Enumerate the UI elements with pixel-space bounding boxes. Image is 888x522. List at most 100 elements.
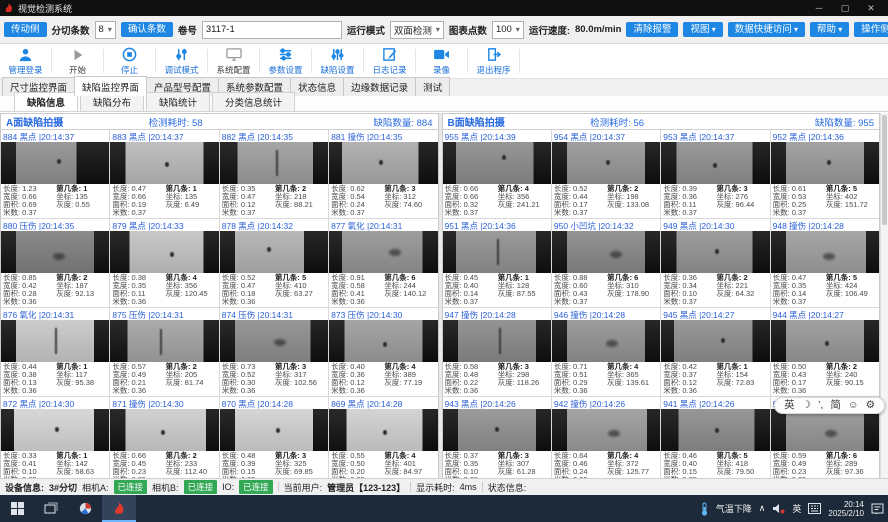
defect-cell[interactable]: 873 压伤 |20:14:30 长度:0.40 宽度:0.36 面积:0.12…	[329, 308, 437, 396]
taskbar-active-app-icon[interactable]	[102, 495, 136, 522]
action-sliders_h-button[interactable]: 参数设置	[262, 44, 309, 78]
ime-lang-button[interactable]: 英	[784, 400, 795, 411]
drive-side-button[interactable]: 传动侧	[4, 22, 47, 38]
defect-cell[interactable]: 954 黑点 |20:14:37 长度:0.52 宽度:0.44 面积:0.17…	[552, 130, 660, 218]
defect-cell[interactable]: 870 黑点 |20:14:28 长度:0.48 宽度:0.39 面积:0.15…	[220, 397, 328, 485]
defect-cell[interactable]: 880 压伤 |20:14:35 长度:0.85 宽度:0.42 面积:0.28…	[1, 219, 109, 307]
view-menu-button[interactable]: 视图	[683, 22, 722, 38]
defect-cell[interactable]: 871 撞伤 |20:14:30 长度:0.66 宽度:0.45 面积:0.23…	[110, 397, 218, 485]
defect-cell[interactable]: 878 黑点 |20:14:32 长度:0.52 宽度:0.47 面积:0.18…	[220, 219, 328, 307]
defect-image[interactable]	[329, 142, 437, 184]
defect-image[interactable]	[329, 409, 437, 451]
defect-cell[interactable]: 884 黑点 |20:14:37 长度:1.23 宽度:0.66 面积:0.69…	[1, 130, 109, 218]
confirm-count-button[interactable]: 确认条数	[121, 22, 173, 38]
defect-image[interactable]	[661, 409, 769, 451]
volume-icon[interactable]	[772, 503, 785, 514]
defect-image[interactable]	[443, 142, 551, 184]
taskbar-clock[interactable]: 20:142025/2/10	[828, 500, 864, 518]
operate-side-button[interactable]: 操作侧	[854, 22, 888, 38]
minimize-button[interactable]: ─	[806, 0, 832, 16]
action-center-icon[interactable]	[871, 503, 884, 514]
ime-emoji-icon[interactable]: ☺	[848, 400, 859, 411]
tray-expand-icon[interactable]: ∧	[759, 503, 766, 514]
defect-cell[interactable]: 952 黑点 |20:14:36 长度:0.61 宽度:0.53 面积:0.25…	[771, 130, 879, 218]
roll-number-input[interactable]	[202, 21, 342, 39]
ime-fullwidth-icon[interactable]: ☽	[802, 400, 811, 411]
defect-cell[interactable]: 955 黑点 |20:14:39 长度:0.66 宽度:0.66 面积:0.32…	[443, 130, 551, 218]
tab-main-5[interactable]: 边缘数据记录	[343, 77, 416, 96]
defect-image[interactable]	[443, 320, 551, 362]
defect-image[interactable]	[110, 231, 218, 273]
defect-cell[interactable]: 941 黑点 |20:14:26 长度:0.46 宽度:0.40 面积:0.15…	[661, 397, 769, 485]
action-log-button[interactable]: 日志记录	[366, 44, 413, 78]
defect-cell[interactable]: 942 撞伤 |20:14:26 长度:0.64 宽度:0.46 面积:0.24…	[552, 397, 660, 485]
defect-image[interactable]	[552, 320, 660, 362]
tab-sub-2[interactable]: 缺陷统计	[146, 92, 210, 111]
action-sliders_v-button[interactable]: 缺陷设置	[314, 44, 361, 78]
thermometer-icon[interactable]	[700, 502, 709, 516]
action-exit-button[interactable]: 退出程序	[470, 44, 517, 78]
defect-image[interactable]	[1, 409, 109, 451]
defect-cell[interactable]: 945 黑点 |20:14:27 长度:0.42 宽度:0.37 面积:0.12…	[661, 308, 769, 396]
ime-punctuation-icon[interactable]: ’,	[818, 400, 823, 411]
defect-image[interactable]	[220, 142, 328, 184]
chart-points-select[interactable]: 100	[492, 21, 524, 39]
defect-image[interactable]	[552, 409, 660, 451]
tab-main-6[interactable]: 测试	[415, 77, 450, 96]
defect-cell[interactable]: 872 黑点 |20:14:30 长度:0.33 宽度:0.41 面积:0.10…	[1, 397, 109, 485]
ime-settings-icon[interactable]: ⚙	[866, 400, 875, 411]
action-user-button[interactable]: 管理登录	[2, 44, 49, 78]
defect-image[interactable]	[771, 320, 879, 362]
defect-image[interactable]	[443, 231, 551, 273]
defect-cell[interactable]: 951 黑点 |20:14:36 长度:0.45 宽度:0.40 面积:0.14…	[443, 219, 551, 307]
scrollbar-thumb[interactable]	[882, 115, 887, 225]
defect-image[interactable]	[220, 320, 328, 362]
defect-image[interactable]	[1, 231, 109, 273]
defect-image[interactable]	[220, 231, 328, 273]
defect-cell[interactable]: 946 撞伤 |20:14:28 长度:0.71 宽度:0.51 面积:0.29…	[552, 308, 660, 396]
weather-ticker[interactable]: 气温下降	[716, 502, 752, 515]
tab-main-1[interactable]: 缺陷监控界面	[74, 76, 147, 96]
defect-image[interactable]	[329, 231, 437, 273]
defect-image[interactable]	[552, 231, 660, 273]
vertical-scrollbar[interactable]	[880, 113, 888, 478]
defect-image[interactable]	[771, 231, 879, 273]
ime-simplified-button[interactable]: 简	[830, 400, 841, 411]
defect-cell[interactable]: 877 氧化 |20:14:31 长度:0.91 宽度:0.58 面积:0.41…	[329, 219, 437, 307]
action-stop-button[interactable]: 停止	[106, 44, 153, 78]
defect-cell[interactable]: 876 氧化 |20:14:31 长度:0.44 宽度:0.38 面积:0.13…	[1, 308, 109, 396]
tab-sub-0[interactable]: 缺陷信息	[14, 92, 78, 111]
defect-cell[interactable]: 949 黑点 |20:14:30 长度:0.36 宽度:0.34 面积:0.10…	[661, 219, 769, 307]
defect-cell[interactable]: 944 黑点 |20:14:27 长度:0.50 宽度:0.43 面积:0.17…	[771, 308, 879, 396]
defect-image[interactable]	[661, 231, 769, 273]
language-indicator[interactable]: 英	[792, 502, 801, 515]
tab-main-4[interactable]: 状态信息	[290, 77, 344, 96]
defect-image[interactable]	[443, 409, 551, 451]
defect-cell[interactable]: 947 撞伤 |20:14:28 长度:0.58 宽度:0.48 面积:0.22…	[443, 308, 551, 396]
task-view-button[interactable]	[34, 495, 68, 522]
defect-cell[interactable]: 953 黑点 |20:14:37 长度:0.39 宽度:0.36 面积:0.11…	[661, 130, 769, 218]
defect-image[interactable]	[661, 142, 769, 184]
defect-cell[interactable]: 874 压伤 |20:14:31 长度:0.73 宽度:0.52 面积:0.30…	[220, 308, 328, 396]
action-monitor-button[interactable]: 系统配置	[210, 44, 257, 78]
defect-image[interactable]	[220, 409, 328, 451]
action-play-button[interactable]: 开始	[54, 44, 101, 78]
close-button[interactable]: ✕	[858, 0, 884, 16]
defect-image[interactable]	[771, 409, 879, 451]
slit-count-select[interactable]: 8	[95, 21, 116, 39]
defect-image[interactable]	[1, 320, 109, 362]
defect-image[interactable]	[110, 142, 218, 184]
defect-cell[interactable]: 881 撞伤 |20:14:35 长度:0.62 宽度:0.54 面积:0.24…	[329, 130, 437, 218]
defect-cell[interactable]: 948 撞伤 |20:14:28 长度:0.47 宽度:0.35 面积:0.14…	[771, 219, 879, 307]
defect-cell[interactable]: 879 黑点 |20:14:33 长度:0.38 宽度:0.35 面积:0.11…	[110, 219, 218, 307]
maximize-button[interactable]: ▢	[832, 0, 858, 16]
run-mode-select[interactable]: 双面检测	[390, 21, 444, 39]
tab-sub-3[interactable]: 分类信息统计	[212, 92, 295, 111]
action-tune-button[interactable]: 调试模式	[158, 44, 205, 78]
taskbar-app-icon[interactable]	[68, 495, 102, 522]
defect-cell[interactable]: 950 小凹坑 |20:14:32 长度:0.88 宽度:0.60 面积:0.4…	[552, 219, 660, 307]
clear-alarm-button[interactable]: 清除报警	[626, 22, 678, 38]
defect-image[interactable]	[552, 142, 660, 184]
defect-image[interactable]	[110, 320, 218, 362]
defect-image[interactable]	[771, 142, 879, 184]
